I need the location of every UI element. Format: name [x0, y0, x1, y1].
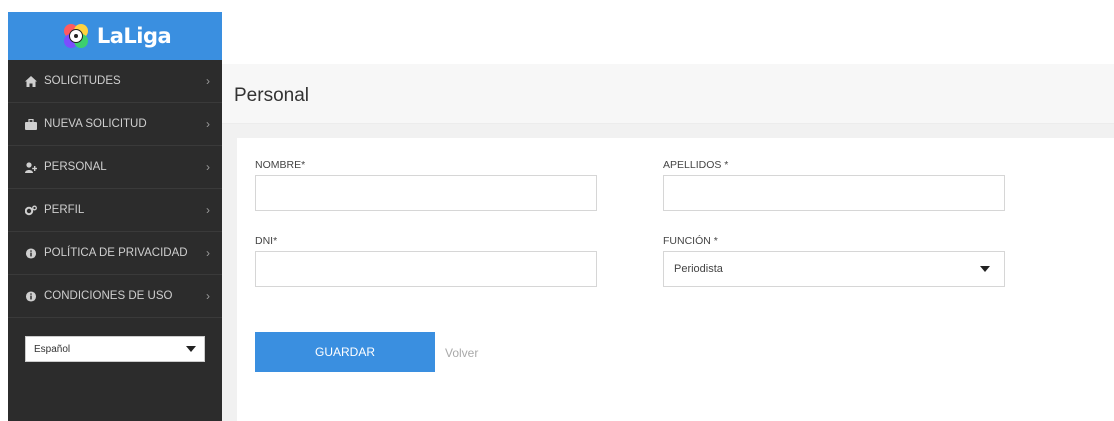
logo-bar: LaLiga [8, 12, 222, 60]
sidebar-item-personal[interactable]: PERSONAL › [8, 146, 222, 189]
info-circle-icon [25, 290, 37, 302]
funcion-value: Periodista [674, 263, 723, 275]
back-link[interactable]: Volver [445, 346, 478, 360]
language-section: Español [8, 318, 222, 362]
chevron-right-icon: › [206, 117, 210, 131]
language-select[interactable]: Español [25, 336, 205, 362]
sidebar-item-perfil[interactable]: PERFIL › [8, 189, 222, 232]
chevron-right-icon: › [206, 160, 210, 174]
dni-field[interactable] [255, 251, 597, 287]
add-user-icon [25, 161, 37, 173]
brand-name: LaLiga [96, 24, 172, 48]
caret-down-icon [186, 346, 196, 352]
caret-down-icon [980, 266, 990, 272]
funcion-select[interactable]: Periodista [663, 251, 1005, 287]
page-header: Personal [222, 64, 1114, 124]
nombre-label: NOMBRE* [255, 159, 306, 171]
sidebar-item-label: PERSONAL [44, 161, 107, 173]
nombre-field[interactable] [255, 175, 597, 211]
sidebar-item-label: SOLICITUDES [44, 75, 121, 87]
language-value: Español [34, 343, 71, 355]
info-circle-icon [25, 247, 37, 259]
funcion-label: FUNCIÓN * [663, 235, 718, 247]
sidebar-item-label: POLÍTICA DE PRIVACIDAD [44, 247, 188, 259]
sidebar-item-politica-privacidad[interactable]: POLÍTICA DE PRIVACIDAD › [8, 232, 222, 275]
briefcase-icon [25, 118, 37, 130]
sidebar-item-nueva-solicitud[interactable]: NUEVA SOLICITUD › [8, 103, 222, 146]
chevron-right-icon: › [206, 74, 210, 88]
laliga-logo-icon [59, 21, 93, 51]
sidebar-item-solicitudes[interactable]: SOLICITUDES › [8, 60, 222, 103]
sidebar-item-label: CONDICIONES DE USO [44, 290, 173, 302]
chevron-right-icon: › [206, 246, 210, 260]
apellidos-label: APELLIDOS * [663, 159, 729, 171]
sidebar-item-label: PERFIL [44, 204, 85, 216]
dni-label: DNI* [255, 235, 278, 247]
sidebar-item-condiciones-uso[interactable]: CONDICIONES DE USO › [8, 275, 222, 318]
save-button[interactable]: GUARDAR [255, 332, 435, 372]
gears-icon [25, 205, 37, 216]
apellidos-field[interactable] [663, 175, 1005, 211]
laliga-logo[interactable]: LaLiga [59, 21, 172, 51]
home-icon [25, 75, 37, 87]
sidebar: SOLICITUDES › NUEVA SOLICITUD › PERSONAL… [8, 60, 222, 421]
page-title: Personal [234, 85, 309, 106]
chevron-right-icon: › [206, 289, 210, 303]
chevron-right-icon: › [206, 203, 210, 217]
sidebar-item-label: NUEVA SOLICITUD [44, 118, 147, 130]
